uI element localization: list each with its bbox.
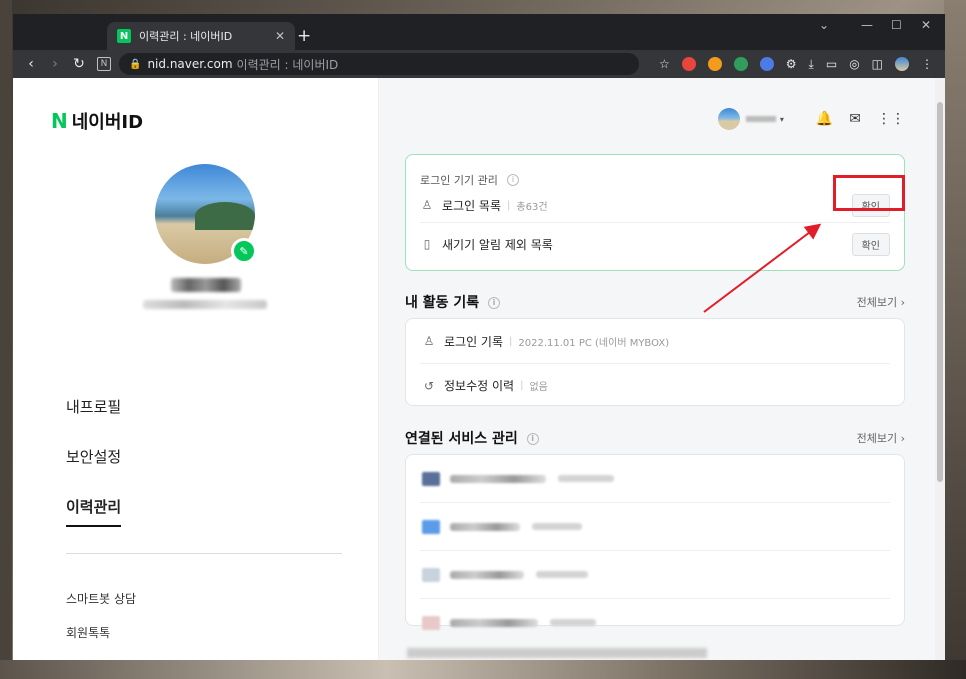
download-icon[interactable]: ⤓ [809,57,814,72]
side-panel-icon[interactable]: ◫ [872,57,883,71]
mail-icon[interactable]: ✉ [849,111,861,127]
service-row[interactable] [406,455,904,502]
login-devices-title: 로그인 기기 관리 [420,174,498,187]
close-window-button[interactable]: ✕ [921,18,931,32]
screen-cast-icon[interactable]: ▭ [826,57,837,71]
phone-icon: ▯ [423,237,431,251]
notification-bell-icon[interactable]: 🔔 [816,111,833,127]
desk-background-bottom [0,660,966,679]
maximize-button[interactable]: ☐ [891,18,902,32]
user-key-icon: ♙ [423,334,435,348]
back-button[interactable]: ‹ [19,56,43,72]
new-device-exclude-label: 새기기 알림 제외 목록 [442,237,553,252]
sidebar: N 네이버ID ✎ 내프로필 보안설정 이력관리 스마트봇 상담 회원톡톡 [13,78,379,660]
menu-smartbot-chat[interactable]: 스마트봇 상담 [66,590,136,607]
activity-section-title: 내 활동 기록 i [405,292,501,312]
extensions-bar: ☆ ⚙ ⤓ ▭ ◎ ◫ ⋮ [653,57,939,72]
browser-tab[interactable]: N 이력관리 : 네이버ID ✕ [107,22,295,50]
service-icon [422,471,440,486]
tab-search-icon[interactable]: ⌄ [819,18,829,32]
activity-card: ♙ 로그인 기록 | 2022.11.01 PC (네이버 MYBOX) ↺ 정… [405,318,905,406]
service-icon [422,615,440,630]
login-list-row: ♙ 로그인 목록 | 총63건 확인 [406,188,904,222]
tab-close-icon[interactable]: ✕ [275,29,285,43]
lock-icon: 🔒 [129,58,142,70]
menu-member-talk[interactable]: 회원톡톡 [66,624,110,641]
new-device-exclude-confirm-button[interactable]: 확인 [851,232,890,256]
info-edit-history-meta: 없음 [529,382,548,393]
menu-divider [66,553,342,554]
new-tab-button[interactable]: + [297,26,311,46]
login-history-label: 로그인 기록 [444,334,504,349]
connected-services-card [405,454,905,630]
extension-green-icon[interactable] [733,57,748,71]
menu-history[interactable]: 이력관리 [66,496,122,527]
profile-name-blurred [171,278,241,292]
highlight-annotation-box [833,175,905,211]
history-icon: ↺ [423,378,435,393]
user-name-blurred [745,116,776,122]
connected-see-all-link[interactable]: 전체보기 › [857,430,905,446]
cut-off-text [407,648,707,658]
naver-n-logo: N [51,109,68,133]
extensions-puzzle-icon[interactable]: ⚙ [786,57,797,71]
naver-id-page: N 네이버ID ✎ 내프로필 보안설정 이력관리 스마트봇 상담 회원톡톡 ▾ … [13,78,945,660]
login-history-row[interactable]: ♙ 로그인 기록 | 2022.11.01 PC (네이버 MYBOX) [406,319,904,363]
login-devices-card: 로그인 기기 관리 i ♙ 로그인 목록 | 총63건 확인 ▯ 새기기 알림 … [405,154,905,271]
info-icon[interactable]: i [488,297,501,309]
browser-window: N 이력관리 : 네이버ID ✕ + ⌄ — ☐ ✕ ‹ › ↻ N 🔒 nid… [13,14,945,660]
info-edit-history-label: 정보수정 이력 [444,379,515,393]
login-history-meta: 2022.11.01 PC (네이버 MYBOX) [518,337,670,349]
forward-button[interactable]: › [43,56,67,72]
tab-title: 이력관리 : 네이버ID [139,30,233,43]
brand-text: 네이버ID [71,112,144,133]
service-row[interactable] [406,599,904,646]
menu-kebab-icon[interactable]: ⋮ [921,57,933,71]
browser-toolbar: ‹ › ↻ N 🔒 nid.naver.com 이력관리 : 네이버ID ☆ ⚙… [13,50,945,78]
brand-logo[interactable]: N 네이버ID [51,108,143,134]
service-row[interactable] [406,503,904,550]
url-host: nid.naver.com [147,57,233,71]
main-content: ▾ 🔔 ✉ ⋮⋮ 로그인 기기 관리 i ♙ 로그인 목록 | 총63건 확인 [379,78,945,660]
edit-pencil-icon[interactable]: ✎ [231,238,257,264]
connected-title-text: 연결된 서비스 관리 [405,431,518,447]
profile-email-blurred [143,300,267,309]
service-icon [422,567,440,582]
service-icon [422,519,440,534]
bookmark-star-icon[interactable]: ☆ [659,57,670,71]
menu-my-profile[interactable]: 내프로필 [66,396,121,417]
desk-background-right [944,0,966,679]
activity-see-all-link[interactable]: 전체보기 › [857,294,905,310]
user-caret-icon[interactable]: ▾ [780,115,784,124]
brave-extension-icon[interactable] [707,57,722,71]
translate-extension-icon[interactable] [759,57,774,71]
new-device-exclude-row: ▯ 새기기 알림 제외 목록 확인 [406,223,904,265]
reload-button[interactable]: ↻ [67,56,91,72]
info-edit-history-row[interactable]: ↺ 정보수정 이력 | 없음 [406,364,904,407]
minimize-button[interactable]: — [861,18,873,32]
user-avatar[interactable] [717,108,740,130]
activity-title-text: 내 활동 기록 [405,295,480,311]
screenshot-icon[interactable]: ◎ [849,57,859,71]
login-list-count: 총63건 [516,201,548,213]
app-grid-icon[interactable]: ⋮⋮ [877,111,905,127]
connected-section-title: 연결된 서비스 관리 i [405,428,539,448]
title-bar: N 이력관리 : 네이버ID ✕ + ⌄ — ☐ ✕ [13,14,945,50]
menu-security-settings[interactable]: 보안설정 [66,446,121,467]
login-list-label: 로그인 목록 [442,198,502,213]
desk-background-left [0,0,12,679]
top-user-bar: ▾ 🔔 ✉ ⋮⋮ [717,108,905,130]
profile-avatar-icon[interactable] [895,57,910,71]
info-icon[interactable]: i [506,173,519,186]
url-page-title: 이력관리 : 네이버ID [236,57,339,72]
naver-ext-icon[interactable]: N [97,57,111,71]
page-scrollbar[interactable] [935,78,945,660]
service-row[interactable] [406,551,904,598]
address-bar[interactable]: 🔒 nid.naver.com 이력관리 : 네이버ID [119,53,639,75]
info-icon[interactable]: i [526,433,539,445]
naver-favicon-icon: N [117,29,131,43]
extension-red-icon[interactable] [681,57,696,71]
scrollbar-thumb[interactable] [937,102,943,482]
user-key-icon: ♙ [421,198,433,212]
